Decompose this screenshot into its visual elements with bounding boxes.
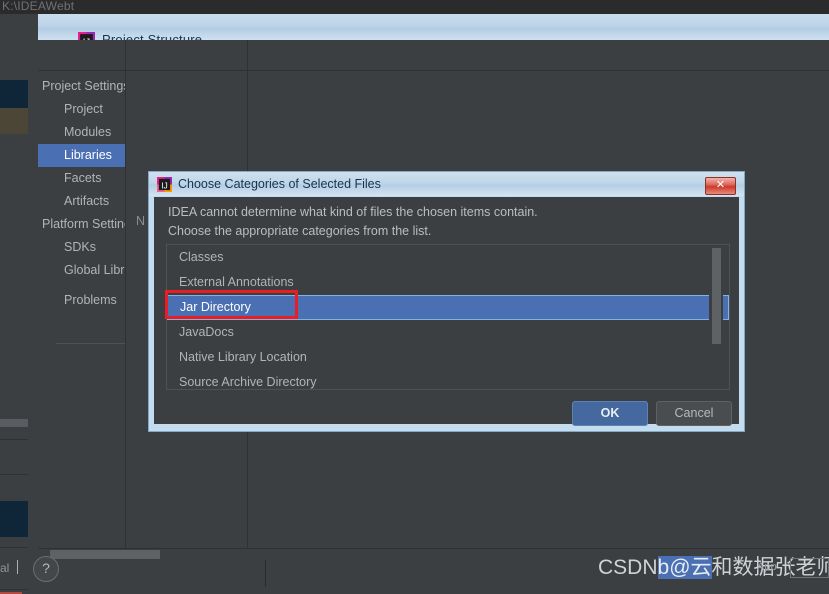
horizontal-scrollbar-thumb[interactable] [50,550,160,559]
list-item-native-library-location[interactable]: Native Library Location [167,345,729,370]
ide-strip-block-gray [0,419,28,427]
ide-bottom-divider [265,560,266,587]
ide-strip-divider [0,547,28,548]
list-item-javadocs[interactable]: JavaDocs [167,320,729,345]
project-structure-toolbar [38,40,829,102]
ide-strip-text: al [0,561,10,575]
dialog-message-line-2: Choose the appropriate categories from t… [168,224,432,238]
project-structure-titlebar[interactable]: IJ Project Structure [38,14,829,49]
intellij-idea-icon: IJ [157,177,172,192]
choose-categories-dialog: IJ Choose Categories of Selected Files ✕… [148,171,745,432]
ide-top-bar: K:\IDEAWebt [0,0,829,14]
toolbar-vertical-separator [125,40,126,70]
list-item-source-archive-directory[interactable]: Source Archive Directory [167,370,729,389]
ide-strip-divider [0,474,28,475]
app-corner-text: App [757,561,777,573]
close-x-icon[interactable]: ✕ [705,177,736,195]
categories-list[interactable]: Classes External Annotations Jar Directo… [166,244,730,390]
ok-button[interactable]: OK [572,401,648,426]
list-item-classes[interactable]: Classes [167,245,729,270]
ide-strip-block-olive [0,108,28,134]
dialog-content: IDEA cannot determine what kind of files… [154,197,739,426]
dialog-titlebar[interactable]: IJ Choose Categories of Selected Files ✕ [149,172,744,196]
project-structure-sidebar: Project Settings Project Modules Librari… [38,71,190,549]
help-button[interactable]: ? [33,556,59,582]
libraries-empty-text: N [136,214,146,228]
ide-strip-divider [0,439,28,440]
list-item-jar-directory[interactable]: Jar Directory [167,295,729,320]
cancel-button[interactable]: Cancel [656,401,732,426]
svg-text:IJ: IJ [161,180,168,190]
ide-left-strip: al [0,14,30,594]
ide-strip-block-navy [0,80,28,108]
ide-path-text: K:\IDEAWebt [2,0,75,13]
watermark-prefix: CSDN [598,556,658,579]
watermark-highlighted: b@云 [657,556,712,579]
dialog-message-line-1: IDEA cannot determine what kind of files… [168,205,538,219]
ide-strip-block-navy-2 [0,501,28,537]
list-vertical-scrollbar-thumb[interactable] [712,248,721,344]
ide-strip-divider [0,589,28,590]
dialog-title-text: Choose Categories of Selected Files [178,177,381,191]
list-item-external-annotations[interactable]: External Annotations [167,270,729,295]
toolbar-vertical-separator [247,40,248,70]
text-caret [17,560,18,574]
app-corner-box [790,558,829,578]
